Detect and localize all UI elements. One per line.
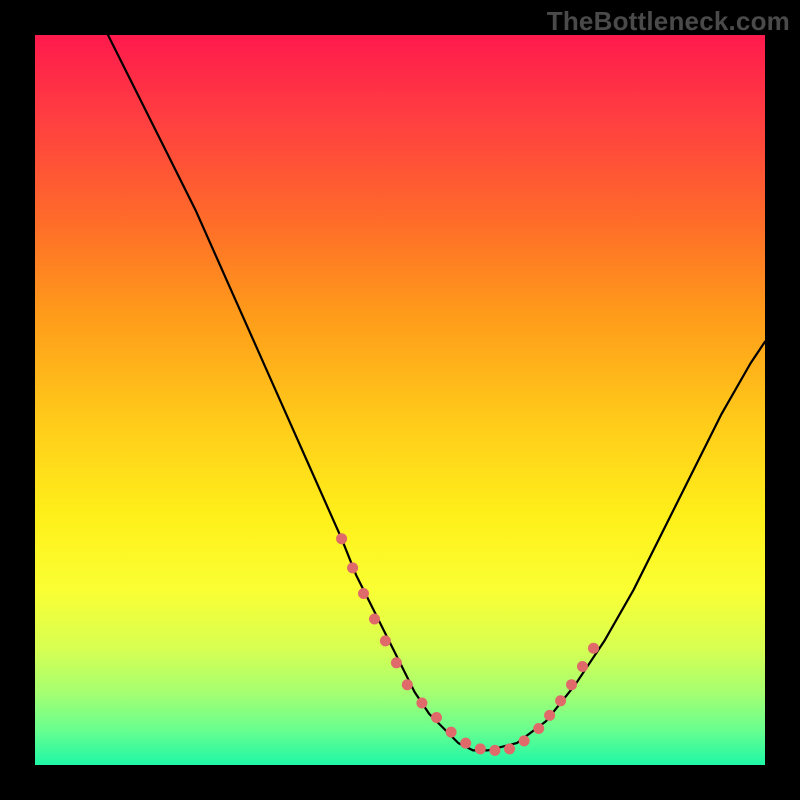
- highlight-dot: [416, 698, 427, 709]
- curve-layer: [35, 35, 765, 765]
- highlight-dot: [555, 695, 566, 706]
- highlight-dot: [533, 723, 544, 734]
- highlight-dot: [347, 562, 358, 573]
- highlight-dot: [460, 738, 471, 749]
- highlight-dot: [336, 533, 347, 544]
- highlight-dot: [391, 657, 402, 668]
- highlight-dot: [519, 735, 530, 746]
- highlight-dots: [336, 533, 599, 756]
- highlight-dot: [588, 643, 599, 654]
- highlight-dot: [380, 635, 391, 646]
- bottleneck-curve: [108, 35, 765, 750]
- highlight-dot: [504, 743, 515, 754]
- highlight-dot: [369, 614, 380, 625]
- highlight-dot: [431, 712, 442, 723]
- highlight-dot: [566, 679, 577, 690]
- highlight-dot: [358, 588, 369, 599]
- plot-area: [35, 35, 765, 765]
- highlight-dot: [544, 710, 555, 721]
- highlight-dot: [446, 727, 457, 738]
- highlight-dot: [475, 743, 486, 754]
- highlight-dot: [402, 679, 413, 690]
- chart-frame: TheBottleneck.com: [0, 0, 800, 800]
- highlight-dot: [489, 745, 500, 756]
- watermark-text: TheBottleneck.com: [547, 6, 790, 37]
- highlight-dot: [577, 661, 588, 672]
